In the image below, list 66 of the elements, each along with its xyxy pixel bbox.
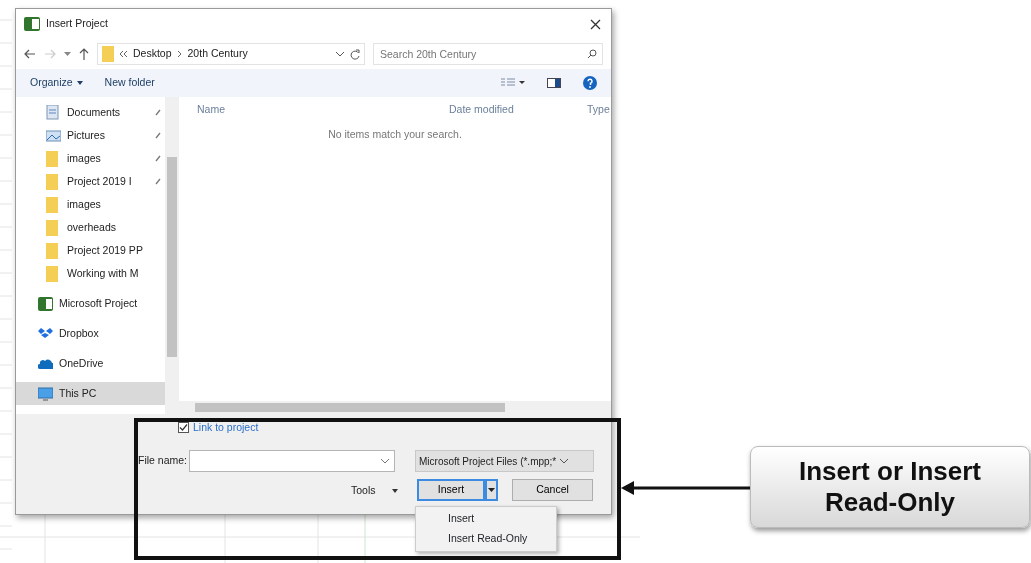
sidebar-item[interactable]: Documents bbox=[16, 101, 165, 124]
window-title: Insert Project bbox=[46, 16, 108, 32]
new-folder-button[interactable]: New folder bbox=[104, 75, 155, 91]
back-arrow-icon[interactable] bbox=[24, 49, 36, 59]
breadcrumb-item[interactable]: 20th Century bbox=[187, 46, 248, 62]
organize-menu[interactable]: Organize bbox=[30, 75, 83, 91]
folder-icon bbox=[46, 219, 61, 236]
sidebar-item[interactable]: overheads bbox=[16, 216, 165, 239]
folder-icon bbox=[46, 196, 61, 213]
caret-icon bbox=[488, 488, 495, 492]
vertical-scrollbar[interactable] bbox=[165, 97, 179, 414]
sidebar-item[interactable]: images bbox=[16, 147, 165, 170]
column-header[interactable]: Name bbox=[179, 102, 449, 118]
breadcrumb-item[interactable]: Desktop bbox=[133, 46, 172, 62]
folder-icon bbox=[46, 173, 61, 190]
chevron-right-icon bbox=[177, 51, 182, 57]
file-name-field[interactable] bbox=[189, 450, 396, 472]
split-dropdown-button[interactable] bbox=[485, 479, 498, 501]
link-to-project-checkbox[interactable]: Link to project bbox=[178, 420, 259, 436]
file-type-dropdown[interactable]: Microsoft Project Files (*.mpp;* bbox=[415, 450, 594, 472]
menu-item[interactable]: Insert Read-Only bbox=[416, 529, 556, 549]
sidebar-item[interactable]: Project 2019 PP bbox=[16, 239, 165, 262]
search-icon bbox=[587, 49, 597, 59]
folder-icon bbox=[102, 46, 114, 62]
column-header[interactable]: Type bbox=[587, 102, 610, 118]
checkbox-checked-icon bbox=[178, 422, 189, 434]
chevron-down-icon bbox=[381, 458, 390, 464]
dropdown-caret-icon[interactable] bbox=[64, 51, 71, 57]
search-field[interactable]: Search 20th Century bbox=[373, 43, 603, 65]
monitor-icon bbox=[38, 385, 53, 402]
sidebar-item[interactable]: Project 2019 I bbox=[16, 170, 165, 193]
close-icon[interactable] bbox=[590, 18, 601, 30]
cancel-button[interactable]: Cancel bbox=[512, 479, 593, 501]
chevron-down-icon[interactable] bbox=[336, 51, 344, 57]
view-options-icon[interactable] bbox=[501, 78, 525, 88]
callout-box: Insert or Insert Read-Only bbox=[750, 446, 1030, 528]
sidebar-item[interactable]: images bbox=[16, 193, 165, 216]
sidebar-item[interactable]: Dropbox bbox=[16, 322, 165, 345]
folder-icon bbox=[46, 265, 61, 282]
insert-button[interactable]: Insert bbox=[417, 479, 485, 501]
picture-icon bbox=[46, 127, 61, 144]
caret-icon bbox=[76, 81, 83, 85]
folder-icon bbox=[46, 150, 61, 167]
sidebar-item[interactable]: Microsoft Project bbox=[16, 292, 165, 315]
sidebar-item[interactable]: This PC bbox=[16, 382, 165, 405]
field-label: File name: bbox=[138, 453, 188, 469]
help-icon[interactable] bbox=[583, 76, 597, 90]
menu-item[interactable]: Insert bbox=[416, 509, 556, 529]
caret-icon bbox=[391, 488, 398, 493]
refresh-icon[interactable] bbox=[350, 48, 360, 60]
document-icon bbox=[46, 104, 61, 121]
preview-pane-icon[interactable] bbox=[547, 78, 561, 88]
address-bar[interactable]: Desktop 20th Century bbox=[97, 43, 365, 65]
chevron-down-icon bbox=[560, 458, 569, 464]
empty-message: No items match your search. bbox=[327, 127, 463, 142]
double-chevron-icon bbox=[120, 51, 127, 57]
app-icon bbox=[38, 295, 53, 312]
column-header[interactable]: Date modified bbox=[449, 102, 587, 118]
app-icon bbox=[24, 16, 40, 32]
sidebar-item[interactable]: OneDrive bbox=[16, 352, 165, 375]
folder-icon bbox=[46, 242, 61, 259]
sidebar-item[interactable]: Pictures bbox=[16, 124, 165, 147]
sidebar-item[interactable]: Working with M bbox=[16, 262, 165, 285]
tools-menu[interactable]: Tools bbox=[351, 483, 398, 499]
horizontal-scrollbar[interactable] bbox=[179, 401, 611, 414]
up-arrow-icon[interactable] bbox=[79, 48, 89, 60]
